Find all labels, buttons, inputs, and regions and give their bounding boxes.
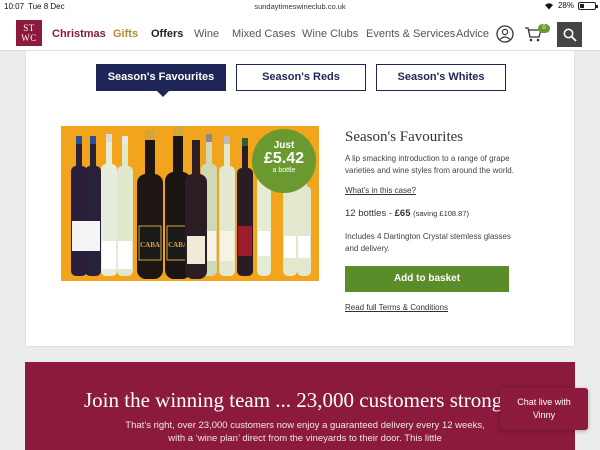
chat-widget-button[interactable]: Chat live with Vinny bbox=[500, 388, 588, 430]
nav-offers[interactable]: Offers bbox=[151, 28, 183, 40]
nav-gifts[interactable]: Gifts bbox=[113, 28, 138, 40]
chat-line-1: Chat live with bbox=[517, 397, 571, 407]
tab-seasons-reds[interactable]: Season's Reds bbox=[236, 64, 366, 91]
site-logo[interactable]: ST WC bbox=[16, 20, 42, 46]
bottle-count: 12 bottles - bbox=[345, 208, 395, 219]
search-button[interactable] bbox=[557, 22, 582, 47]
product-description: A lip smacking introduction to a range o… bbox=[345, 154, 514, 175]
logo-line-1: ST bbox=[23, 23, 35, 33]
tab-seasons-favourites[interactable]: Season's Favourites bbox=[96, 64, 226, 97]
price-badge: Just £5.42 a bottle bbox=[252, 129, 316, 193]
logo-line-2: WC bbox=[21, 33, 37, 43]
status-bar: 10:07 Tue 8 Dec sundaytimeswineclub.co.u… bbox=[0, 0, 600, 13]
address-bar-url[interactable]: sundaytimeswineclub.co.uk bbox=[0, 2, 600, 11]
includes-text: Includes 4 Dartington Crystal stemless g… bbox=[345, 232, 511, 253]
nav-mixed-cases[interactable]: Mixed Cases bbox=[232, 28, 296, 40]
nav-wine-clubs[interactable]: Wine Clubs bbox=[302, 28, 358, 40]
add-to-basket-button[interactable]: Add to basket bbox=[345, 266, 509, 292]
saving-text: (saving £108.87) bbox=[413, 209, 470, 218]
battery-icon bbox=[578, 1, 598, 10]
whats-in-case-link[interactable]: What's in this case? bbox=[345, 186, 416, 195]
nav-events-services[interactable]: Events & Services bbox=[366, 28, 455, 40]
svg-text:CABA: CABA bbox=[140, 241, 160, 249]
nav-advice[interactable]: Advice bbox=[456, 28, 489, 40]
account-icon[interactable] bbox=[496, 25, 514, 43]
promo-heading: Join the winning team ... 23,000 custome… bbox=[84, 388, 503, 412]
price-line: 12 bottles - £65 (saving £108.87) bbox=[345, 208, 469, 219]
nav-wine[interactable]: Wine bbox=[194, 28, 219, 40]
price-badge-per: a bottle bbox=[272, 167, 296, 174]
nav-christmas[interactable]: Christmas bbox=[52, 28, 106, 40]
product-panel: Season's Favourites Season's Reds Season… bbox=[25, 51, 575, 347]
promo-banner: Join the winning team ... 23,000 custome… bbox=[25, 362, 575, 450]
promo-text: That’s right, over 23,000 customers now … bbox=[125, 420, 485, 444]
search-icon bbox=[563, 28, 577, 42]
tab-seasons-whites[interactable]: Season's Whites bbox=[376, 64, 506, 91]
chat-line-2: Vinny bbox=[532, 410, 556, 420]
svg-text:CABA: CABA bbox=[168, 241, 188, 249]
product-title: Season's Favourites bbox=[345, 129, 464, 145]
case-price: £65 bbox=[394, 208, 411, 219]
price-badge-amount: £5.42 bbox=[263, 150, 305, 167]
terms-link[interactable]: Read full Terms & Conditions bbox=[345, 303, 448, 312]
wifi-icon bbox=[544, 2, 553, 9]
site-header: ST WC Christmas Gifts Offers Wine Mixed … bbox=[0, 13, 600, 51]
battery-percent: 28% bbox=[557, 1, 574, 10]
basket-count-badge: 0 bbox=[538, 24, 550, 33]
